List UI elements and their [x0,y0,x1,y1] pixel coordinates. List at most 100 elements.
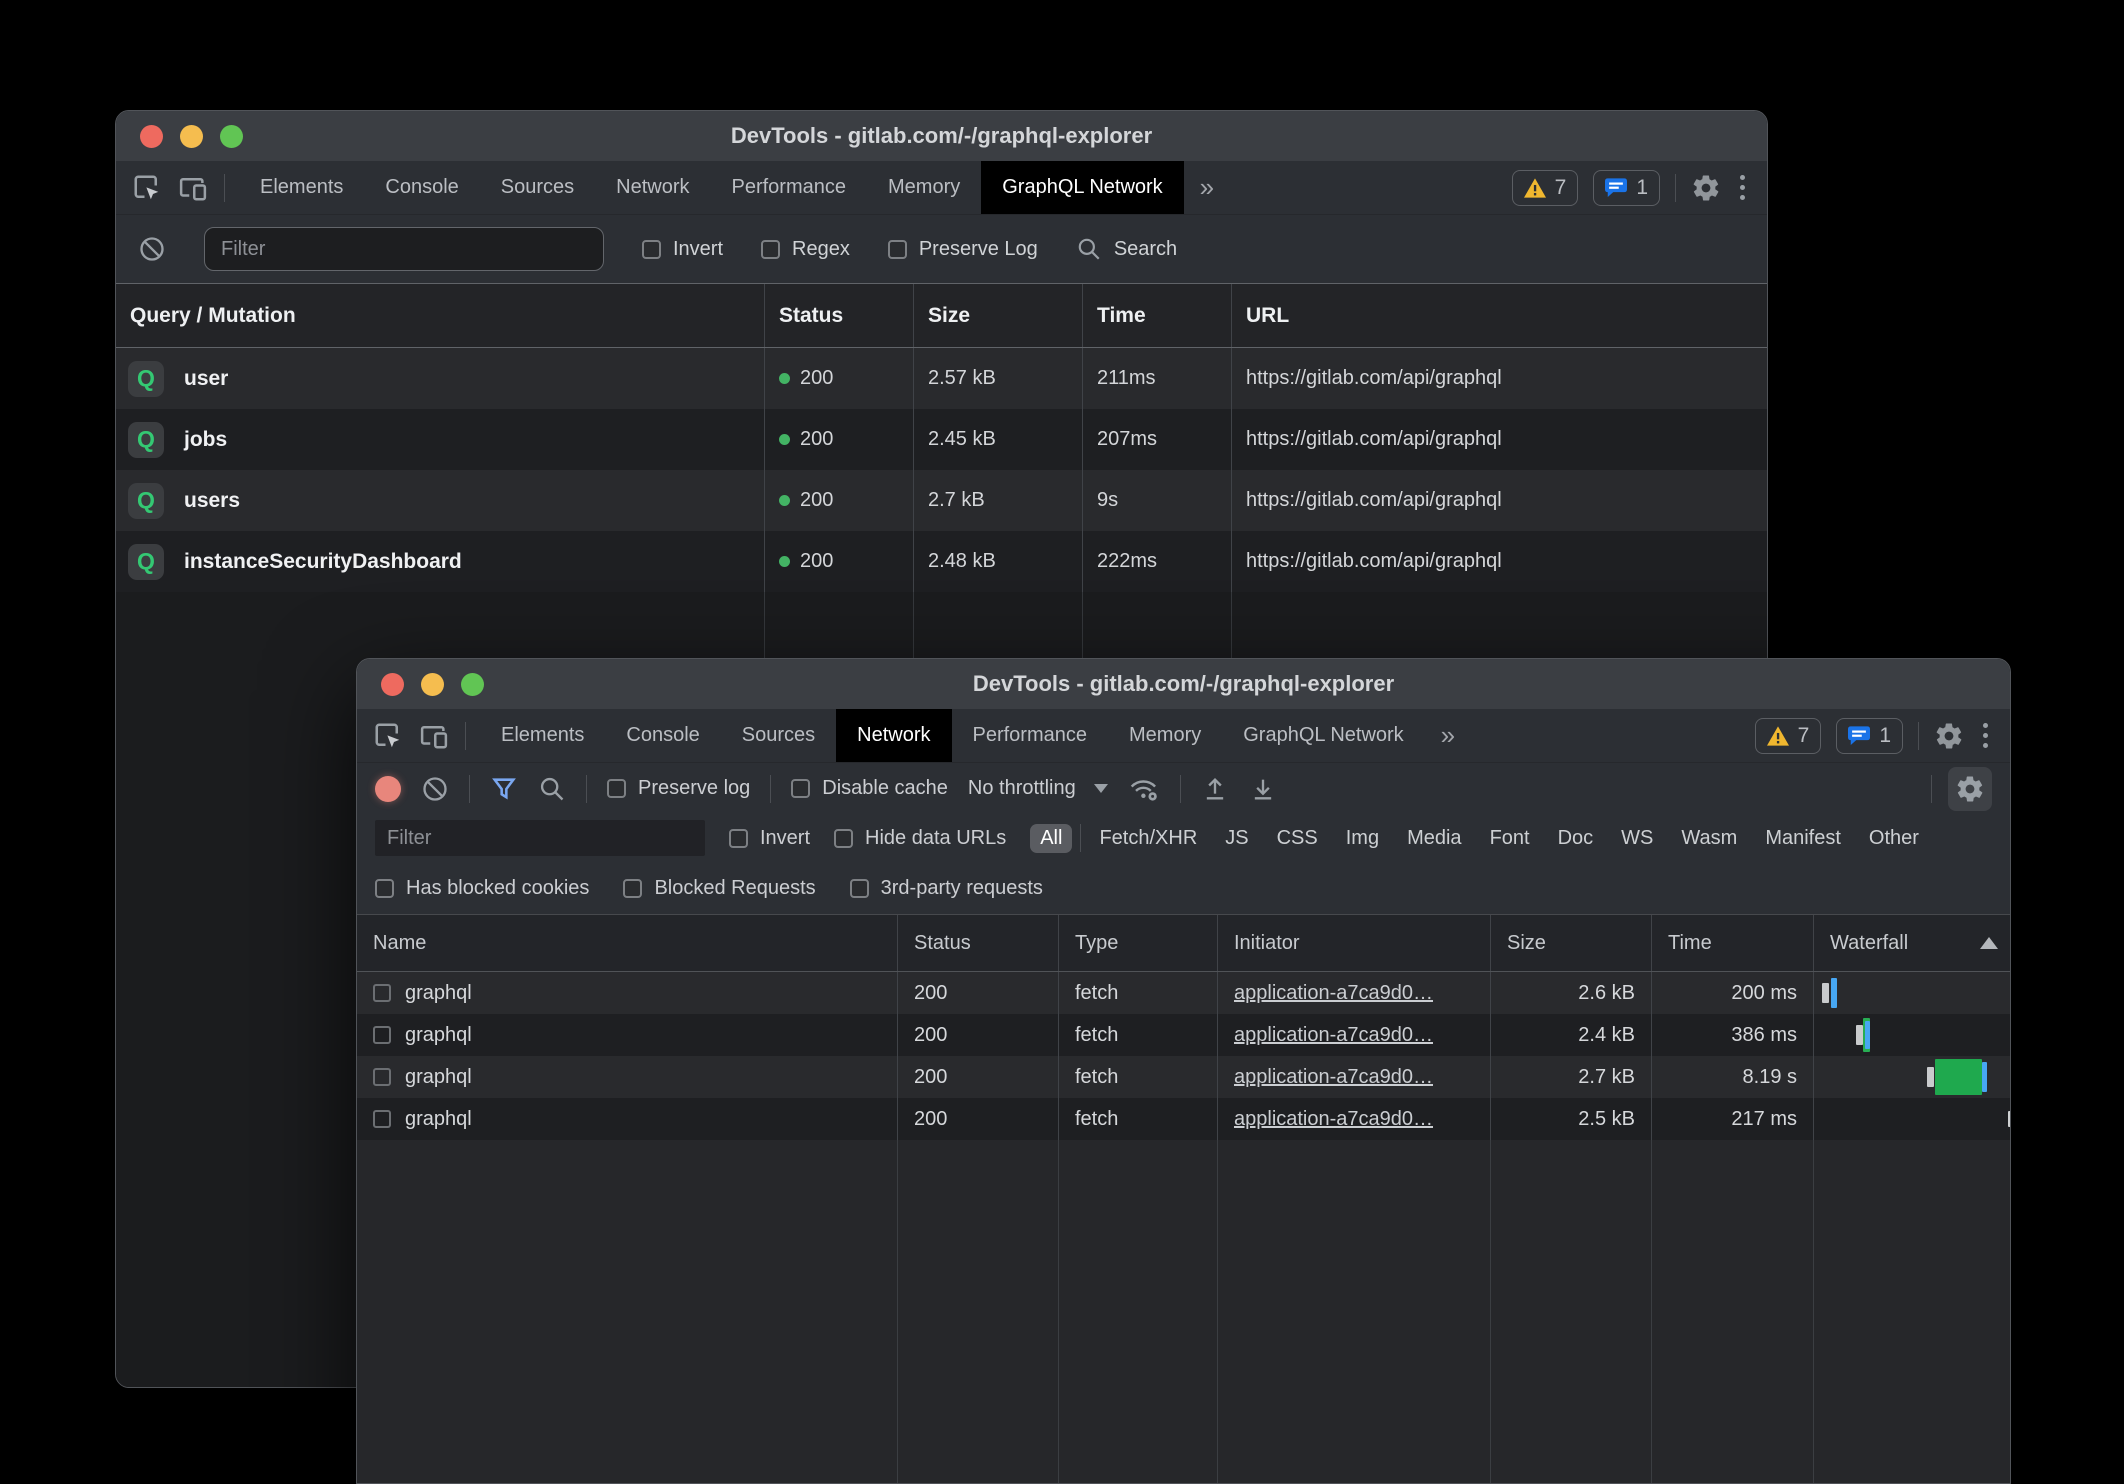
titlebar[interactable]: DevTools - gitlab.com/-/graphql-explorer [357,659,2010,709]
type-filter-css[interactable]: CSS [1267,824,1328,853]
issues-badge[interactable]: 1 [1836,718,1903,754]
checkbox[interactable] [607,779,626,798]
close-button[interactable] [381,673,404,696]
import-har-icon[interactable] [1201,775,1229,803]
has-blocked-cookies-checkbox[interactable]: Has blocked cookies [375,877,589,900]
column-header-name[interactable]: Name [357,915,897,971]
initiator-link[interactable]: application-a7ca9d0… [1234,982,1433,1005]
checkbox[interactable] [834,829,853,848]
throttling-dropdown[interactable]: No throttling [968,777,1108,800]
checkbox[interactable] [791,779,810,798]
checkbox[interactable] [850,879,869,898]
column-header-status[interactable]: Status [764,284,913,347]
column-header-query-mutation[interactable]: Query / Mutation [116,284,764,347]
checkbox[interactable] [375,879,394,898]
type-filter-manifest[interactable]: Manifest [1755,824,1851,853]
inspect-element-icon[interactable] [373,721,403,751]
menu-dots-icon[interactable] [1979,723,1992,748]
tab-elements[interactable]: Elements [480,709,605,762]
titlebar[interactable]: DevTools - gitlab.com/-/graphql-explorer [116,111,1767,161]
tab-performance[interactable]: Performance [952,709,1109,762]
tab-console[interactable]: Console [364,161,479,214]
checkbox[interactable] [761,240,780,259]
search-icon[interactable] [538,775,566,803]
column-header-type[interactable]: Type [1058,915,1217,971]
tab-elements[interactable]: Elements [239,161,364,214]
column-header-time[interactable]: Time [1651,915,1813,971]
column-header-size[interactable]: Size [1490,915,1651,971]
warnings-badge[interactable]: 7 [1755,718,1822,754]
network-settings-gear-icon[interactable] [1948,767,1992,811]
request-row[interactable]: graphql 200 fetch application-a7ca9d0… 2… [357,1014,2010,1056]
request-row[interactable]: graphql 200 fetch application-a7ca9d0… 2… [357,1098,2010,1140]
column-header-url[interactable]: URL [1231,284,1768,347]
column-header-initiator[interactable]: Initiator [1217,915,1490,971]
tab-network[interactable]: Network [836,709,951,762]
third-party-requests-checkbox[interactable]: 3rd-party requests [850,877,1043,900]
settings-gear-icon[interactable] [1691,173,1721,203]
tab-graphql-network[interactable]: GraphQL Network [981,161,1183,214]
invert-checkbox[interactable]: Invert [642,238,723,261]
type-filter-font[interactable]: Font [1480,824,1540,853]
warnings-badge[interactable]: 7 [1512,170,1579,206]
filter-input[interactable] [375,820,705,856]
inspect-element-icon[interactable] [132,173,162,203]
tab-console[interactable]: Console [605,709,720,762]
type-filter-all[interactable]: All [1030,824,1072,853]
request-row[interactable]: graphql 200 fetch application-a7ca9d0… 2… [357,972,2010,1014]
network-conditions-icon[interactable] [1128,774,1160,804]
tab-sources[interactable]: Sources [480,161,595,214]
tab-memory[interactable]: Memory [867,161,981,214]
type-filter-img[interactable]: Img [1336,824,1389,853]
initiator-link[interactable]: application-a7ca9d0… [1234,1024,1433,1047]
settings-gear-icon[interactable] [1934,721,1964,751]
regex-checkbox[interactable]: Regex [761,238,850,261]
zoom-button[interactable] [220,125,243,148]
checkbox[interactable] [729,829,748,848]
preserve-log-checkbox[interactable]: Preserve Log [888,238,1038,261]
row-checkbox[interactable] [373,984,391,1002]
minimize-button[interactable] [180,125,203,148]
blocked-requests-checkbox[interactable]: Blocked Requests [623,877,815,900]
initiator-link[interactable]: application-a7ca9d0… [1234,1066,1433,1089]
type-filter-wasm[interactable]: Wasm [1671,824,1747,853]
type-filter-doc[interactable]: Doc [1548,824,1604,853]
type-filter-other[interactable]: Other [1859,824,1929,853]
checkbox[interactable] [642,240,661,259]
checkbox[interactable] [888,240,907,259]
table-row[interactable]: Quser 200 2.57 kB 211ms https://gitlab.c… [116,348,1767,409]
row-checkbox[interactable] [373,1068,391,1086]
type-filter-fetch-xhr[interactable]: Fetch/XHR [1089,824,1207,853]
type-filter-ws[interactable]: WS [1611,824,1663,853]
tab-memory[interactable]: Memory [1108,709,1222,762]
column-header-time[interactable]: Time [1082,284,1231,347]
more-tabs-chevron[interactable]: » [1425,709,1471,762]
table-row[interactable]: Qusers 200 2.7 kB 9s https://gitlab.com/… [116,470,1767,531]
zoom-button[interactable] [461,673,484,696]
row-checkbox[interactable] [373,1110,391,1128]
request-row[interactable]: graphql 200 fetch application-a7ca9d0… 2… [357,1056,2010,1098]
invert-checkbox[interactable]: Invert [729,827,810,850]
disable-cache-checkbox[interactable]: Disable cache [791,777,948,800]
initiator-link[interactable]: application-a7ca9d0… [1234,1108,1433,1131]
menu-dots-icon[interactable] [1736,175,1749,200]
type-filter-media[interactable]: Media [1397,824,1471,853]
search-button[interactable]: Search [1076,236,1177,262]
table-row[interactable]: Qjobs 200 2.45 kB 207ms https://gitlab.c… [116,409,1767,470]
clear-icon[interactable] [138,235,166,263]
more-tabs-chevron[interactable]: » [1184,161,1230,214]
record-button[interactable] [375,776,401,802]
row-checkbox[interactable] [373,1026,391,1044]
column-header-waterfall[interactable]: Waterfall [1813,915,2011,971]
column-header-size[interactable]: Size [913,284,1082,347]
issues-badge[interactable]: 1 [1593,170,1660,206]
clear-icon[interactable] [421,775,449,803]
filter-input[interactable] [204,227,604,271]
checkbox[interactable] [623,879,642,898]
tab-performance[interactable]: Performance [711,161,868,214]
column-header-status[interactable]: Status [897,915,1058,971]
tab-network[interactable]: Network [595,161,710,214]
tab-sources[interactable]: Sources [721,709,836,762]
type-filter-js[interactable]: JS [1215,824,1258,853]
device-toolbar-icon[interactable] [178,173,208,203]
